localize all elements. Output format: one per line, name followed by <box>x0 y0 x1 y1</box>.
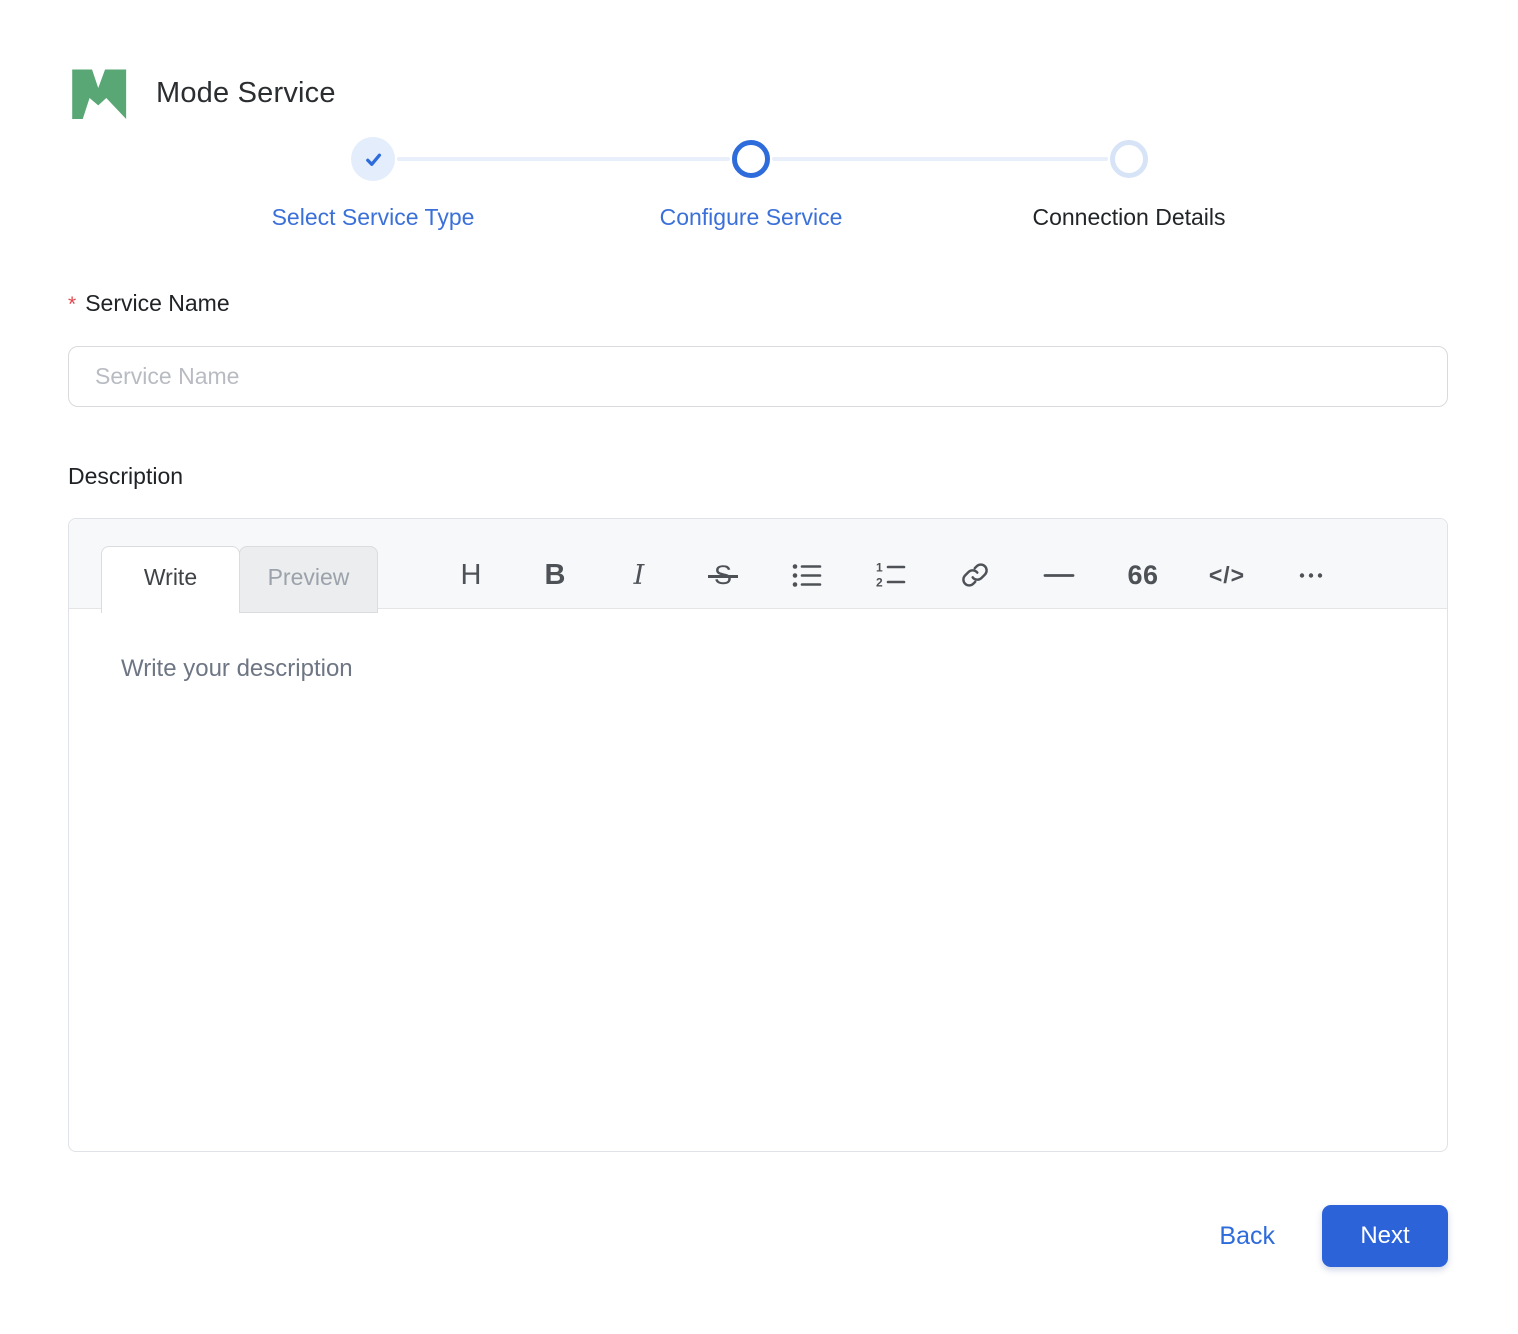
unordered-list-button[interactable] <box>765 543 849 607</box>
more-button[interactable] <box>1269 543 1353 607</box>
bold-button[interactable]: B <box>513 543 597 607</box>
code-icon: </> <box>1208 561 1246 588</box>
page-title: Mode Service <box>156 76 336 109</box>
svg-text:2: 2 <box>876 576 883 590</box>
required-marker: * <box>68 293 77 316</box>
italic-button[interactable]: I <box>597 543 681 607</box>
ellipsis-icon <box>1299 572 1323 578</box>
description-label: Description <box>68 463 184 489</box>
service-name-label: * Service Name <box>68 290 230 317</box>
heading-icon: H <box>460 558 482 591</box>
wizard-actions: Back Next <box>1219 1205 1448 1267</box>
description-textarea[interactable] <box>69 610 1447 1151</box>
mode-logo-icon <box>72 69 127 120</box>
strikethrough-icon: S <box>707 559 739 590</box>
service-name-input[interactable] <box>68 346 1448 407</box>
configure-service-page: Mode Service Select Service Type Configu… <box>0 0 1518 1334</box>
check-icon <box>365 153 381 166</box>
quote-icon: 66 <box>1127 559 1159 590</box>
link-icon <box>962 563 988 587</box>
markdown-editor: Write Preview H B I S 1 2 66 </> Write y… <box>68 518 1448 1152</box>
editor-write-pane <box>69 610 1447 1151</box>
step-label-connection-details[interactable]: Connection Details <box>1032 204 1225 231</box>
bold-icon: B <box>544 558 566 591</box>
strikethrough-button[interactable]: S <box>681 543 765 607</box>
step-active-icon[interactable] <box>732 140 770 178</box>
horizontal-rule-button[interactable] <box>1017 543 1101 607</box>
step-upcoming-icon[interactable] <box>1110 140 1148 178</box>
back-button[interactable]: Back <box>1219 1222 1275 1251</box>
ordered-list-icon: 1 2 <box>876 561 906 589</box>
brand-header: Mode Service <box>66 62 336 124</box>
italic-icon: I <box>633 559 645 591</box>
link-button[interactable] <box>933 543 1017 607</box>
stepper-connector-2 <box>772 157 1108 161</box>
next-button[interactable]: Next <box>1322 1205 1448 1267</box>
editor-tabs: Write Preview <box>101 546 378 613</box>
step-label-configure-service[interactable]: Configure Service <box>660 204 843 231</box>
wizard-stepper: Select Service Type Configure Service Co… <box>184 126 1318 238</box>
svg-text:1: 1 <box>876 561 883 575</box>
unordered-list-icon <box>792 563 822 587</box>
step-label-select-service-type[interactable]: Select Service Type <box>272 204 475 231</box>
quote-button[interactable]: 66 <box>1101 543 1185 607</box>
service-name-label-text: Service Name <box>85 290 230 316</box>
tab-write[interactable]: Write <box>101 546 240 613</box>
heading-button[interactable]: H <box>429 543 513 607</box>
step-completed-icon[interactable] <box>351 137 395 181</box>
editor-toolbar: H B I S 1 2 66 </> <box>429 543 1353 607</box>
tab-preview[interactable]: Preview <box>239 546 378 613</box>
code-button[interactable]: </> <box>1185 543 1269 607</box>
horizontal-rule-icon <box>1043 573 1075 577</box>
stepper-connector-1 <box>397 157 730 161</box>
ordered-list-button[interactable]: 1 2 <box>849 543 933 607</box>
